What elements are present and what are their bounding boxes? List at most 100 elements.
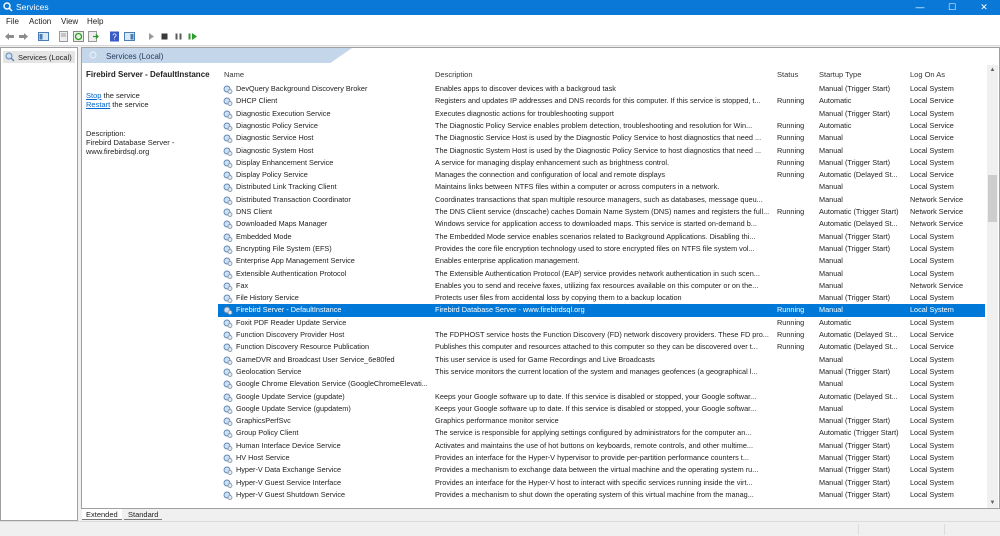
service-name: Enterprise App Management Service <box>236 256 355 266</box>
service-description: Manages the connection and configuration… <box>435 170 665 180</box>
service-row[interactable]: Foxit PDF Reader Update Service Running Au… <box>218 317 985 329</box>
column-header-status[interactable]: Status <box>777 70 798 79</box>
service-row[interactable]: Diagnostic Policy Service The Diagnostic … <box>218 120 985 132</box>
stop-service-line: Stop the service <box>86 91 140 100</box>
service-gear-icon <box>223 306 233 316</box>
service-row[interactable]: Display Policy Service Manages the connec… <box>218 169 985 181</box>
service-status: Running <box>777 330 805 339</box>
scroll-up-arrow[interactable]: ▲ <box>987 67 998 73</box>
service-name: Hyper-V Guest Shutdown Service <box>236 489 346 499</box>
service-description: Provides a mechanism to shut down the op… <box>435 489 754 499</box>
service-startup-type: Manual (Trigger Start) <box>819 293 891 303</box>
service-row[interactable]: Human Interface Device Service Activates … <box>218 440 985 452</box>
service-gear-icon <box>223 466 233 476</box>
service-startup-type: Manual <box>819 379 843 389</box>
service-name: Geolocation Service <box>236 366 302 376</box>
service-startup-type: Manual (Trigger Start) <box>819 231 891 241</box>
scroll-down-arrow[interactable]: ▼ <box>987 500 998 506</box>
service-startup-type: Automatic (Delayed St... <box>819 219 898 229</box>
service-name: Downloaded Maps Manager <box>236 219 328 229</box>
stop-service-icon[interactable] <box>159 31 170 42</box>
restart-service-icon[interactable] <box>187 31 198 42</box>
service-row[interactable]: DNS Client The DNS Client service (dnscac… <box>218 206 985 218</box>
service-description: A service for managing display enhanceme… <box>435 157 670 167</box>
menu-view[interactable]: View <box>61 17 78 26</box>
tab-standard[interactable]: Standard <box>124 509 163 520</box>
service-row[interactable]: Diagnostic Execution Service Executes dia… <box>218 108 985 120</box>
service-name: Human Interface Device Service <box>236 440 341 450</box>
service-row[interactable]: Hyper-V Guest Shutdown Service Provides a… <box>218 489 985 501</box>
column-header-startup-type[interactable]: Startup Type <box>819 70 861 79</box>
column-header-log-on-as[interactable]: Log On As <box>910 70 945 79</box>
vertical-scrollbar[interactable]: ▲ ▼ <box>987 65 998 508</box>
service-row[interactable]: HV Host Service Provides an interface for… <box>218 452 985 464</box>
service-row[interactable]: Function Discovery Resource Publication P… <box>218 341 985 353</box>
service-row[interactable]: Firebird Server - DefaultInstance Firebir… <box>218 304 985 317</box>
service-log-on-as: Local System <box>910 477 954 487</box>
column-header-name[interactable]: Name <box>224 70 244 79</box>
service-description: The Embedded Mode service enables scenar… <box>435 231 756 241</box>
service-row[interactable]: GameDVR and Broadcast User Service_6e80f… <box>218 354 985 366</box>
tab-extended[interactable]: Extended <box>82 509 122 520</box>
menu-help[interactable]: Help <box>87 17 103 26</box>
service-row[interactable]: Fax Enables you to send and receive faxes… <box>218 280 985 292</box>
service-row[interactable]: Google Chrome Elevation Service (GoogleC… <box>218 378 985 390</box>
refresh-icon[interactable] <box>73 31 84 42</box>
minimize-button[interactable]: — <box>904 0 936 15</box>
service-row[interactable]: Geolocation Service This service monitors… <box>218 366 985 378</box>
restart-service-link[interactable]: Restart <box>86 100 110 109</box>
pause-service-icon[interactable] <box>173 31 184 42</box>
service-startup-type: Manual (Trigger Start) <box>819 243 891 253</box>
tree-node-services-local[interactable]: Services (Local) <box>3 51 75 63</box>
properties-icon[interactable] <box>58 31 69 42</box>
service-name: Function Discovery Provider Host <box>236 330 345 339</box>
service-status: Running <box>777 207 805 216</box>
service-row[interactable]: Hyper-V Guest Service Interface Provides … <box>218 477 985 489</box>
service-gear-icon <box>223 110 233 119</box>
service-description: The service is responsible for applying … <box>435 428 752 438</box>
show-hide-console-tree-icon[interactable] <box>38 31 49 42</box>
column-header-description[interactable]: Description <box>435 70 473 79</box>
service-row[interactable]: Group Policy Client The service is respon… <box>218 427 985 439</box>
service-row[interactable]: Function Discovery Provider Host The FDPH… <box>218 329 985 341</box>
service-row[interactable]: Embedded Mode The Embedded Mode service e… <box>218 231 985 243</box>
close-button[interactable]: ✕ <box>968 0 1000 15</box>
service-row[interactable]: Extensible Authentication Protocol The Ex… <box>218 268 985 280</box>
service-log-on-as: Local Service <box>910 330 954 339</box>
service-row[interactable]: Diagnostic Service Host The Diagnostic Se… <box>218 132 985 144</box>
service-row[interactable]: Downloaded Maps Manager Windows service f… <box>218 218 985 230</box>
service-row[interactable]: GraphicsPerfSvc Graphics performance moni… <box>218 415 985 427</box>
service-row[interactable]: DHCP Client Registers and updates IP addr… <box>218 95 985 107</box>
menu-file[interactable]: File <box>6 17 19 26</box>
help-icon[interactable]: ? <box>109 31 120 42</box>
service-row[interactable]: File History Service Protects user files … <box>218 292 985 304</box>
service-startup-type: Automatic <box>819 96 852 106</box>
service-row[interactable]: Google Update Service (gupdate) Keeps you… <box>218 391 985 403</box>
service-row[interactable]: Hyper-V Data Exchange Service Provides a … <box>218 464 985 476</box>
service-row[interactable]: Distributed Transaction Coordinator Coord… <box>218 194 985 206</box>
service-log-on-as: Local Service <box>910 120 954 130</box>
service-row[interactable]: Display Enhancement Service A service for… <box>218 157 985 169</box>
forward-icon[interactable] <box>18 31 29 42</box>
service-row[interactable]: Enterprise App Management Service Enables… <box>218 255 985 267</box>
service-row[interactable]: Diagnostic System Host The Diagnostic Sys… <box>218 145 985 157</box>
service-description: Keeps your Google software up to date. I… <box>435 391 757 401</box>
show-hide-action-pane-icon[interactable] <box>124 31 135 42</box>
menu-action[interactable]: Action <box>29 17 51 26</box>
service-row[interactable]: Distributed Link Tracking Client Maintain… <box>218 181 985 193</box>
maximize-button[interactable]: ☐ <box>936 0 968 15</box>
stop-service-link[interactable]: Stop <box>86 91 101 100</box>
service-log-on-as: Local System <box>910 268 954 278</box>
service-status: Running <box>777 157 805 167</box>
service-row[interactable]: DevQuery Background Discovery Broker Enab… <box>218 83 985 95</box>
service-log-on-as: Local System <box>910 145 954 155</box>
service-description: The Diagnostic Service Host is used by t… <box>435 133 762 143</box>
service-startup-type: Automatic (Delayed St... <box>819 342 898 352</box>
service-row[interactable]: Google Update Service (gupdatem) Keeps yo… <box>218 403 985 415</box>
scrollbar-thumb[interactable] <box>988 175 997 222</box>
service-row[interactable]: Encrypting File System (EFS) Provides the… <box>218 243 985 255</box>
back-icon[interactable] <box>4 31 15 42</box>
start-service-icon[interactable] <box>146 31 157 42</box>
export-list-icon[interactable] <box>88 31 99 42</box>
service-name: HV Host Service <box>236 453 290 462</box>
